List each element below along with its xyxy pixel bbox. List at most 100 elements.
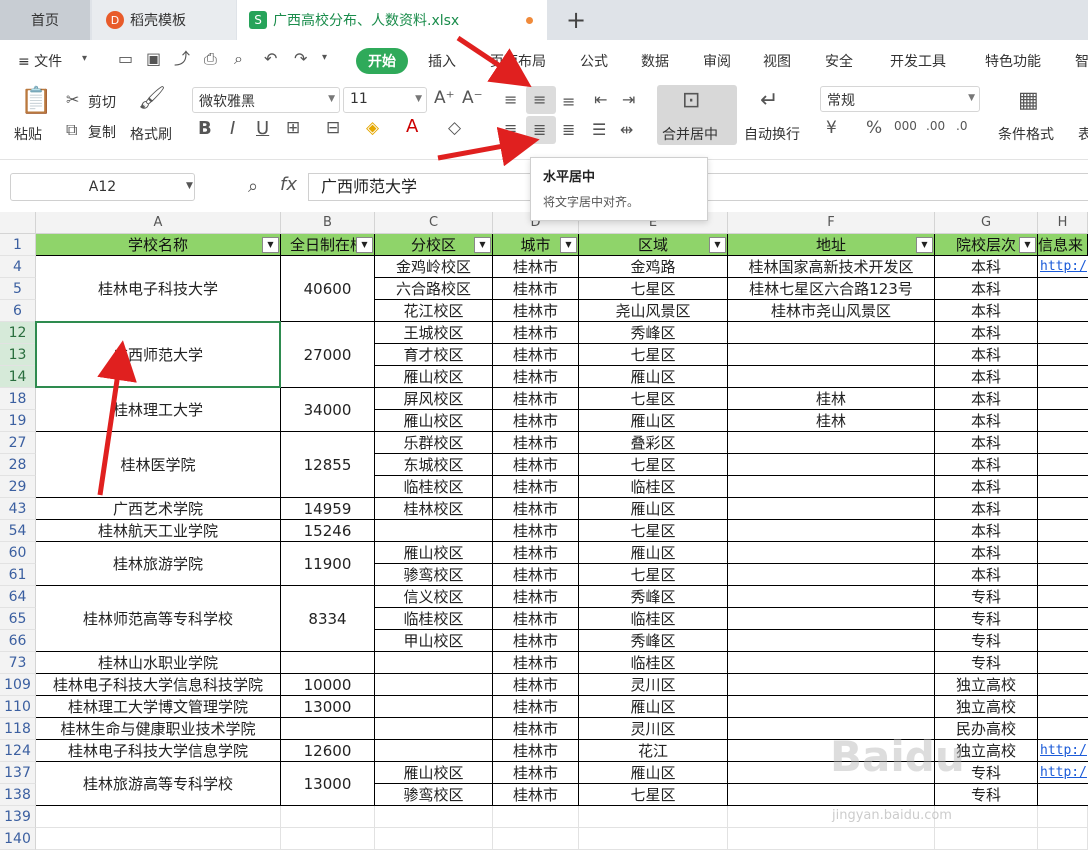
- decrease-decimal-icon[interactable]: .0: [956, 120, 967, 132]
- enrollment-cell[interactable]: 14959: [281, 498, 375, 520]
- area-cell[interactable]: 秀峰区: [579, 630, 728, 652]
- row-header[interactable]: 28: [0, 454, 36, 476]
- info-cell[interactable]: http:/: [1038, 740, 1088, 762]
- info-cell[interactable]: [1038, 630, 1088, 652]
- city-cell[interactable]: 桂林市: [493, 718, 579, 740]
- city-cell[interactable]: 桂林市: [493, 344, 579, 366]
- address-cell[interactable]: [728, 432, 935, 454]
- school-name-cell[interactable]: 桂林电子科技大学信息科技学院: [36, 674, 281, 696]
- conditional-format-button[interactable]: 条件格式: [998, 124, 1054, 144]
- enrollment-cell[interactable]: 12600: [281, 740, 375, 762]
- align-right-icon[interactable]: ≣: [562, 122, 575, 138]
- wrap-text-icon[interactable]: ↵: [760, 90, 778, 112]
- school-name-cell[interactable]: 桂林生命与健康职业技术学院: [36, 718, 281, 740]
- info-cell[interactable]: [1038, 410, 1088, 432]
- info-cell[interactable]: [1038, 322, 1088, 344]
- address-cell[interactable]: [728, 784, 935, 806]
- address-cell[interactable]: [728, 454, 935, 476]
- column-header-g[interactable]: G: [935, 212, 1038, 234]
- info-cell[interactable]: [1038, 432, 1088, 454]
- info-cell[interactable]: [1038, 498, 1088, 520]
- tab-template[interactable]: D 稻壳模板: [92, 0, 236, 40]
- school-name-cell[interactable]: 桂林电子科技大学信息学院: [36, 740, 281, 762]
- justify-icon[interactable]: ☰: [592, 122, 606, 138]
- row-header[interactable]: 4: [0, 256, 36, 278]
- align-middle-icon[interactable]: ≡: [533, 92, 546, 108]
- address-cell[interactable]: [728, 322, 935, 344]
- copy-button[interactable]: 复制: [88, 122, 116, 142]
- address-cell[interactable]: [728, 652, 935, 674]
- increase-decimal-icon[interactable]: .00: [926, 120, 945, 132]
- address-cell[interactable]: [728, 344, 935, 366]
- campus-cell[interactable]: 骖鸾校区: [375, 564, 493, 586]
- campus-cell[interactable]: [375, 652, 493, 674]
- city-cell[interactable]: 桂林市: [493, 322, 579, 344]
- area-cell[interactable]: 叠彩区: [579, 432, 728, 454]
- info-cell[interactable]: [1038, 784, 1088, 806]
- format-painter-icon[interactable]: 🖌: [138, 88, 166, 110]
- city-cell[interactable]: 桂林市: [493, 696, 579, 718]
- filter-dropdown-icon[interactable]: ▼: [356, 237, 373, 253]
- city-cell[interactable]: 桂林市: [493, 520, 579, 542]
- empty-cell[interactable]: [36, 828, 281, 850]
- info-cell[interactable]: [1038, 586, 1088, 608]
- empty-cell[interactable]: [579, 828, 728, 850]
- area-cell[interactable]: 七星区: [579, 520, 728, 542]
- empty-cell[interactable]: [935, 828, 1038, 850]
- export-icon[interactable]: ⤴: [174, 51, 190, 67]
- name-box[interactable]: A12: [10, 173, 195, 201]
- menu-developer[interactable]: 开发工具: [890, 51, 946, 71]
- area-cell[interactable]: 雁山区: [579, 762, 728, 784]
- school-name-cell[interactable]: 广西艺术学院: [36, 498, 281, 520]
- level-cell[interactable]: 本科: [935, 454, 1038, 476]
- tab-start[interactable]: 开始: [356, 48, 408, 74]
- school-name-cell[interactable]: 桂林山水职业学院: [36, 652, 281, 674]
- address-cell[interactable]: 桂林: [728, 388, 935, 410]
- info-cell[interactable]: [1038, 608, 1088, 630]
- campus-cell[interactable]: [375, 740, 493, 762]
- campus-cell[interactable]: 花江校区: [375, 300, 493, 322]
- row-header[interactable]: 13: [0, 344, 36, 366]
- border-icon[interactable]: ⊞: [286, 120, 300, 137]
- enrollment-cell[interactable]: 12855: [281, 432, 375, 498]
- campus-cell[interactable]: 乐群校区: [375, 432, 493, 454]
- file-menu[interactable]: ≡ 文件: [18, 51, 62, 71]
- school-name-cell[interactable]: 桂林师范高等专科学校: [36, 586, 281, 652]
- bold-icon[interactable]: B: [198, 120, 212, 138]
- enrollment-cell[interactable]: 8334: [281, 586, 375, 652]
- area-cell[interactable]: 灵川区: [579, 718, 728, 740]
- area-cell[interactable]: 秀峰区: [579, 586, 728, 608]
- level-cell[interactable]: 本科: [935, 520, 1038, 542]
- campus-cell[interactable]: 骖鸾校区: [375, 784, 493, 806]
- row-header[interactable]: 43: [0, 498, 36, 520]
- city-cell[interactable]: 桂林市: [493, 652, 579, 674]
- zoom-search-icon[interactable]: ⌕: [248, 178, 258, 196]
- row-header[interactable]: 6: [0, 300, 36, 322]
- row-header[interactable]: 12: [0, 322, 36, 344]
- campus-cell[interactable]: 雁山校区: [375, 542, 493, 564]
- tab-active-file[interactable]: S 广西高校分布、人数资料.xlsx: [237, 0, 547, 40]
- info-cell[interactable]: [1038, 564, 1088, 586]
- paste-button[interactable]: 粘贴: [14, 124, 42, 144]
- paste-icon[interactable]: 📋: [20, 88, 52, 114]
- level-cell[interactable]: 本科: [935, 542, 1038, 564]
- column-header-a[interactable]: A: [36, 212, 281, 234]
- campus-cell[interactable]: 屏风校区: [375, 388, 493, 410]
- city-cell[interactable]: 桂林市: [493, 740, 579, 762]
- currency-icon[interactable]: ¥: [826, 120, 837, 137]
- area-cell[interactable]: 秀峰区: [579, 322, 728, 344]
- area-cell[interactable]: 七星区: [579, 564, 728, 586]
- empty-cell[interactable]: [375, 828, 493, 850]
- row-header[interactable]: 66: [0, 630, 36, 652]
- level-cell[interactable]: 本科: [935, 432, 1038, 454]
- address-cell[interactable]: [728, 542, 935, 564]
- city-cell[interactable]: 桂林市: [493, 278, 579, 300]
- enrollment-cell[interactable]: 34000: [281, 388, 375, 432]
- row-header[interactable]: 140: [0, 828, 36, 850]
- address-cell[interactable]: [728, 366, 935, 388]
- enrollment-cell[interactable]: [281, 718, 375, 740]
- area-cell[interactable]: 七星区: [579, 784, 728, 806]
- row-header[interactable]: 139: [0, 806, 36, 828]
- campus-cell[interactable]: 东城校区: [375, 454, 493, 476]
- menu-page-layout[interactable]: 页面布局: [490, 51, 546, 71]
